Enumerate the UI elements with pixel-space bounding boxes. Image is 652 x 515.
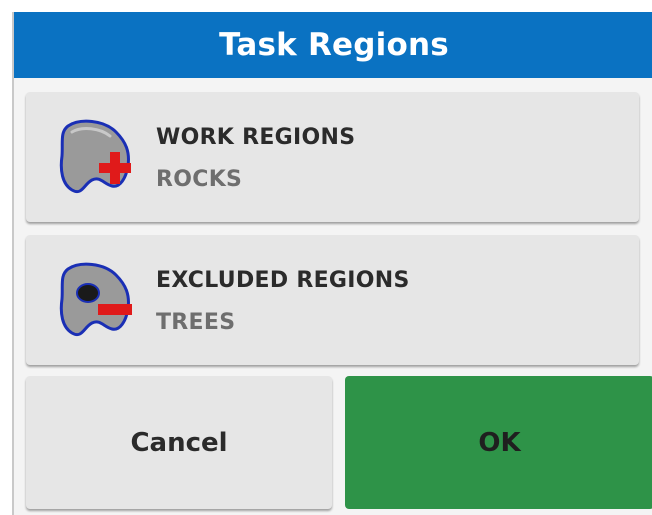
dialog-title: Task Regions	[219, 27, 449, 63]
excluded-regions-value: TREES	[156, 310, 236, 335]
dialog-header: Task Regions	[14, 12, 652, 78]
excluded-region-remove-icon	[59, 262, 132, 337]
excluded-regions-button[interactable]: EXCLUDED REGIONS TREES	[26, 235, 639, 365]
work-regions-label: WORK REGIONS	[156, 125, 356, 150]
excluded-regions-label: EXCLUDED REGIONS	[156, 268, 410, 293]
cancel-button[interactable]: Cancel	[26, 376, 332, 509]
work-region-add-icon	[59, 119, 131, 194]
work-regions-button[interactable]: WORK REGIONS ROCKS	[26, 92, 639, 222]
work-regions-value: ROCKS	[156, 167, 243, 192]
ok-button[interactable]: OK	[345, 376, 652, 509]
task-regions-dialog: Task Regions WORK REGIONS ROCKS EXCLUDED…	[12, 12, 652, 515]
